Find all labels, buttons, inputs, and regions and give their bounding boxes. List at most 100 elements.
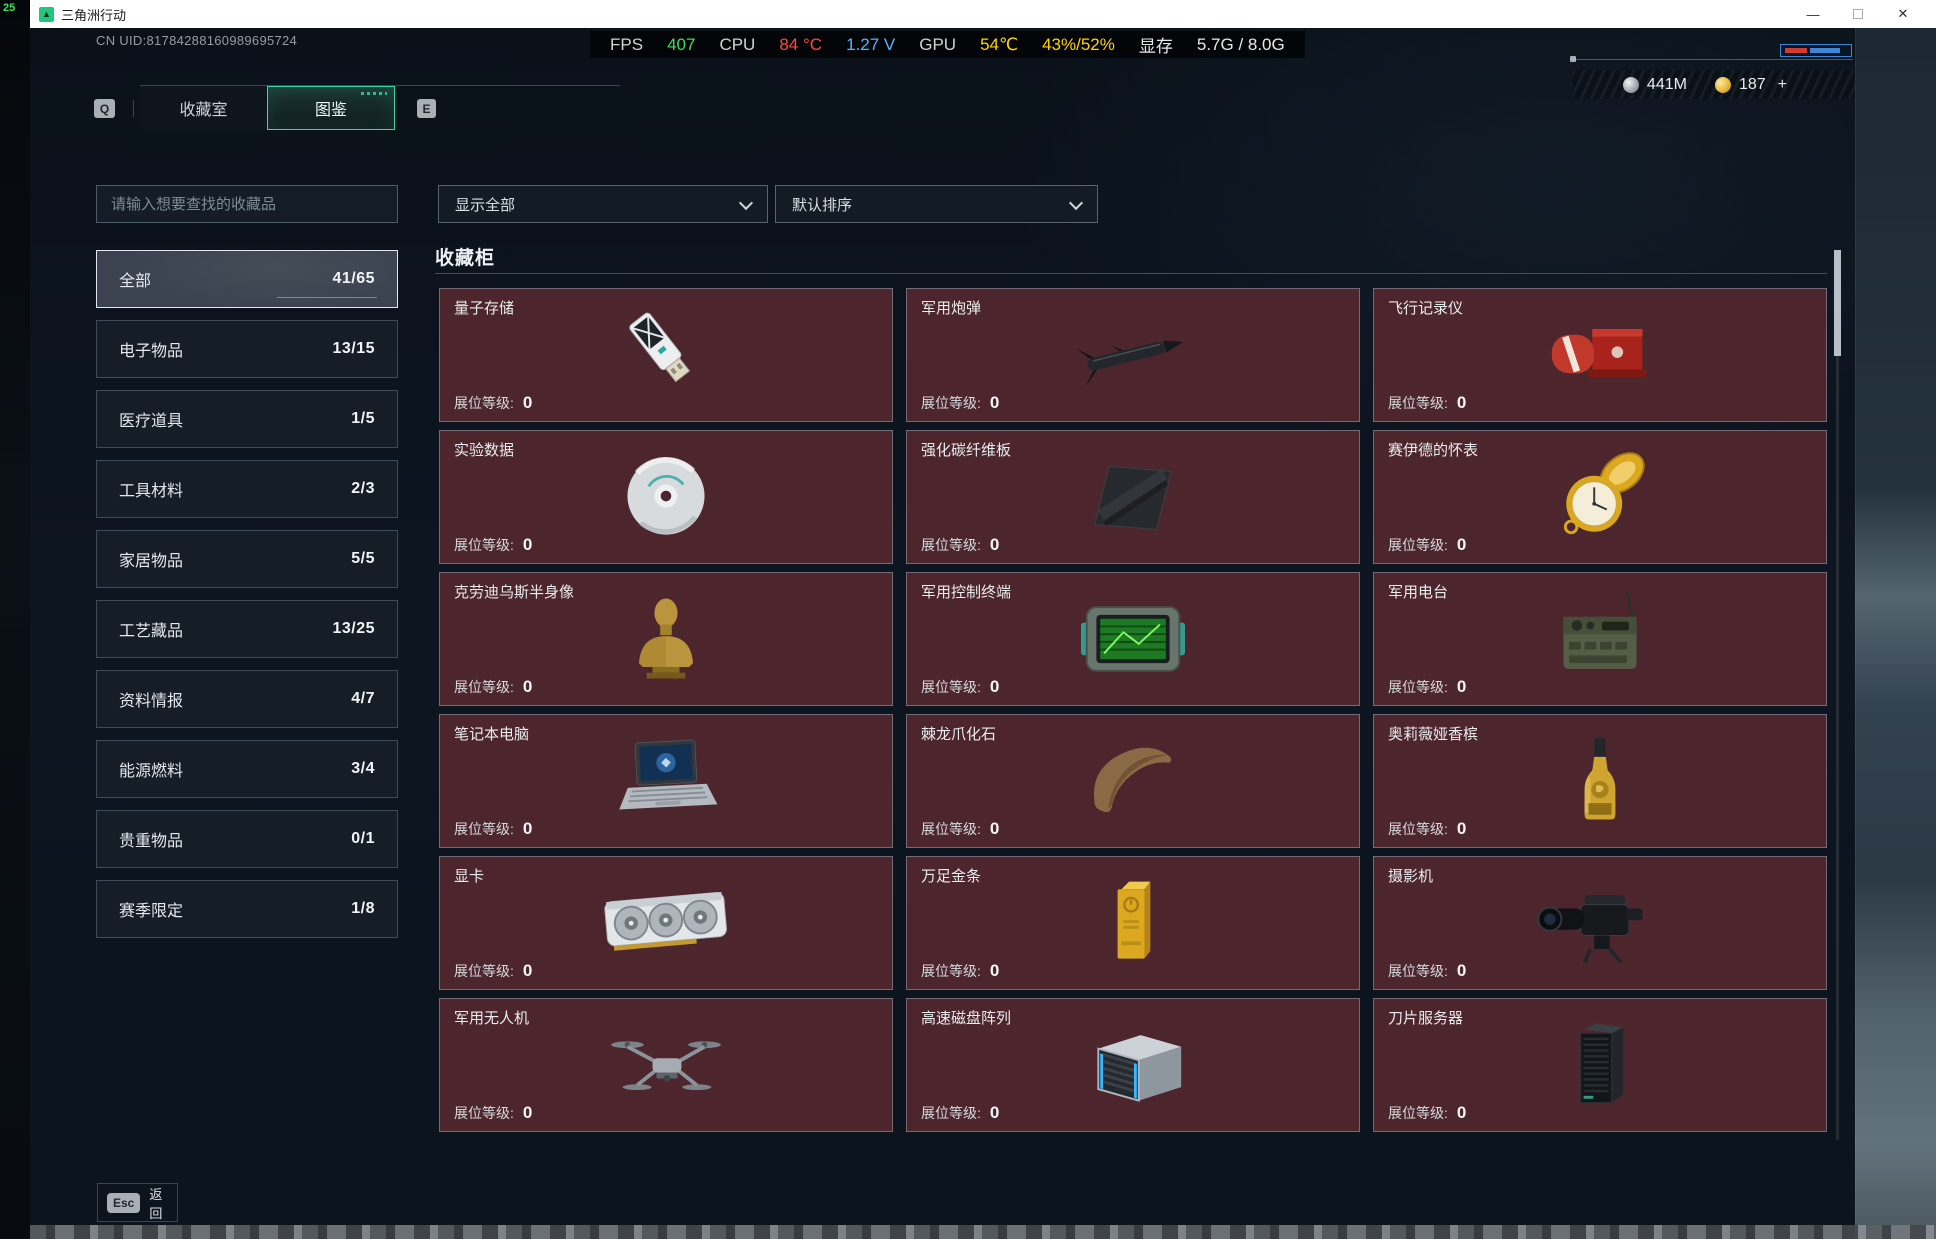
- collection-card-高速磁盘阵列[interactable]: 高速磁盘阵列展位等级:0: [906, 998, 1360, 1132]
- cpu-temp: 84 °C: [779, 35, 822, 55]
- desktop-background-strip: 25: [0, 0, 30, 1239]
- silver-currency[interactable]: 441M: [1623, 76, 1687, 94]
- collection-card-摄影机[interactable]: 摄影机展位等级:0: [1373, 856, 1827, 990]
- collection-card-量子存储[interactable]: 量子存储展位等级:0: [439, 288, 893, 422]
- display-level: 展位等级: 0: [454, 819, 532, 839]
- sort-dropdown[interactable]: 默认排序: [775, 185, 1098, 223]
- tab-divider: [133, 100, 134, 117]
- scrollbar-thumb[interactable]: [1834, 250, 1841, 356]
- display-level-value: 0: [1457, 535, 1466, 555]
- collection-card-实验数据[interactable]: 实验数据展位等级:0: [439, 430, 893, 564]
- collection-card-军用控制终端[interactable]: 军用控制终端展位等级:0: [906, 572, 1360, 706]
- collection-card-万足金条[interactable]: 万足金条展位等级:0: [906, 856, 1360, 990]
- window-controls: — ✕: [1804, 5, 1936, 23]
- collection-card-克劳迪乌斯半身像[interactable]: 克劳迪乌斯半身像展位等级:0: [439, 572, 893, 706]
- sidebar-item-电子物品[interactable]: 电子物品13/15: [96, 320, 398, 378]
- sidebar-item-家居物品[interactable]: 家居物品5/5: [96, 530, 398, 588]
- display-level: 展位等级:0: [921, 819, 999, 839]
- category-count: 2/3: [351, 480, 375, 498]
- display-level: 展位等级:0: [921, 1103, 999, 1123]
- display-level-label: 展位等级:: [921, 393, 981, 413]
- sidebar-item-全部[interactable]: 全部41/65: [96, 250, 398, 308]
- category-label: 全部: [119, 267, 151, 291]
- silver-coin: [1623, 77, 1639, 93]
- category-label: 医疗道具: [119, 407, 183, 431]
- display-level-value: 0: [523, 961, 532, 981]
- display-filter-value: 显示全部: [455, 194, 515, 215]
- category-label: 家居物品: [119, 547, 183, 571]
- display-level-label: 展位等级:: [1388, 1103, 1448, 1123]
- collection-card-强化碳纤维板[interactable]: 强化碳纤维板展位等级:0: [906, 430, 1360, 564]
- display-level: 展位等级:0: [1388, 393, 1466, 413]
- sidebar-item-赛季限定[interactable]: 赛季限定1/8: [96, 880, 398, 938]
- gpu-temp: 54℃: [980, 35, 1018, 55]
- display-level-label: 展位等级:: [454, 819, 514, 839]
- category-count: 1/8: [351, 900, 375, 918]
- scrollbar-track[interactable]: [1836, 250, 1839, 1140]
- add-currency-button[interactable]: +: [1778, 76, 1787, 94]
- category-label: 电子物品: [119, 337, 183, 361]
- category-count: 3/4: [351, 760, 375, 778]
- badge-red-mark: [1785, 48, 1807, 53]
- collection-card-棘龙爪化石[interactable]: 棘龙爪化石展位等级:0: [906, 714, 1360, 848]
- display-level: 展位等级:0: [454, 393, 532, 413]
- collection-card-赛伊德的怀表[interactable]: 赛伊德的怀表展位等级:0: [1373, 430, 1827, 564]
- cpu-label: CPU: [719, 35, 755, 55]
- category-label: 工艺藏品: [119, 617, 183, 641]
- display-level-value: 0: [990, 961, 999, 981]
- search-input[interactable]: [96, 185, 398, 223]
- display-level-label: 展位等级:: [454, 677, 514, 697]
- sidebar-item-工具材料[interactable]: 工具材料2/3: [96, 460, 398, 518]
- display-level-value: 0: [990, 819, 999, 839]
- collection-card-显卡[interactable]: 显卡展位等级:0: [439, 856, 893, 990]
- display-level-label: 展位等级:: [1388, 677, 1448, 697]
- display-level-value: 0: [1457, 393, 1466, 413]
- sidebar-item-资料情报[interactable]: 资料情报4/7: [96, 670, 398, 728]
- tab-catalog[interactable]: 图鉴: [267, 86, 395, 130]
- display-level: 展位等级: 0: [454, 677, 532, 697]
- display-level-label: 展位等级:: [454, 535, 514, 555]
- display-level: 展位等级: 0: [454, 1103, 532, 1123]
- fps-label: FPS: [610, 35, 643, 55]
- back-button[interactable]: Esc 返回: [97, 1183, 178, 1222]
- collection-card-军用炮弹[interactable]: 军用炮弹展位等级:0: [906, 288, 1360, 422]
- display-level-value: 0: [990, 393, 999, 413]
- cpu-voltage: 1.27 V: [846, 35, 895, 55]
- category-label: 资料情报: [119, 687, 183, 711]
- esc-keycap: Esc: [107, 1193, 140, 1213]
- collection-card-军用电台[interactable]: 军用电台展位等级:0: [1373, 572, 1827, 706]
- display-level-label: 展位等级:: [921, 1103, 981, 1123]
- collection-card-刀片服务器[interactable]: 刀片服务器展位等级:0: [1373, 998, 1827, 1132]
- gold-currency[interactable]: 187+: [1715, 76, 1787, 94]
- background-fps-counter: 25: [3, 2, 15, 14]
- display-level: 展位等级:0: [1388, 535, 1466, 555]
- sidebar-item-能源燃料[interactable]: 能源燃料 3/4: [96, 740, 398, 798]
- collection-card-笔记本电脑[interactable]: 笔记本电脑展位等级:0: [439, 714, 893, 848]
- display-level-value: 0: [523, 819, 532, 839]
- category-label: 贵重物品: [119, 827, 183, 851]
- display-level-label: 展位等级:: [454, 1103, 514, 1123]
- close-button[interactable]: ✕: [1894, 5, 1912, 23]
- sort-value: 默认排序: [792, 194, 852, 215]
- maximize-button[interactable]: [1849, 5, 1867, 23]
- collection-card-军用无人机[interactable]: 军用无人机展位等级:0: [439, 998, 893, 1132]
- sidebar-item-工艺藏品[interactable]: 工艺藏品 13/25: [96, 600, 398, 658]
- display-filter-dropdown[interactable]: 显示全部: [438, 185, 768, 223]
- collection-card-飞行记录仪[interactable]: 飞行记录仪展位等级:0: [1373, 288, 1827, 422]
- key-hint-q: Q: [94, 99, 115, 118]
- category-count: 13/25: [332, 620, 375, 638]
- minimize-button[interactable]: —: [1804, 5, 1822, 23]
- sidebar-item-贵重物品[interactable]: 贵重物品0/1: [96, 810, 398, 868]
- display-level-value: 0: [523, 1103, 532, 1123]
- category-label: 能源燃料: [119, 757, 183, 781]
- display-level-value: 0: [523, 677, 532, 697]
- tab-collection-room[interactable]: 收藏室: [140, 86, 267, 130]
- chevron-down-icon: [739, 196, 753, 210]
- display-level-value: 0: [1457, 961, 1466, 981]
- display-level-label: 展位等级:: [921, 961, 981, 981]
- fps-value: 407: [667, 35, 695, 55]
- collection-title-rule: [435, 273, 1827, 274]
- collection-card-奥莉薇娅香槟[interactable]: 奥莉薇娅香槟展位等级:0: [1373, 714, 1827, 848]
- sidebar-item-医疗道具[interactable]: 医疗道具1/5: [96, 390, 398, 448]
- gpu-watermark-badge: [1780, 44, 1852, 57]
